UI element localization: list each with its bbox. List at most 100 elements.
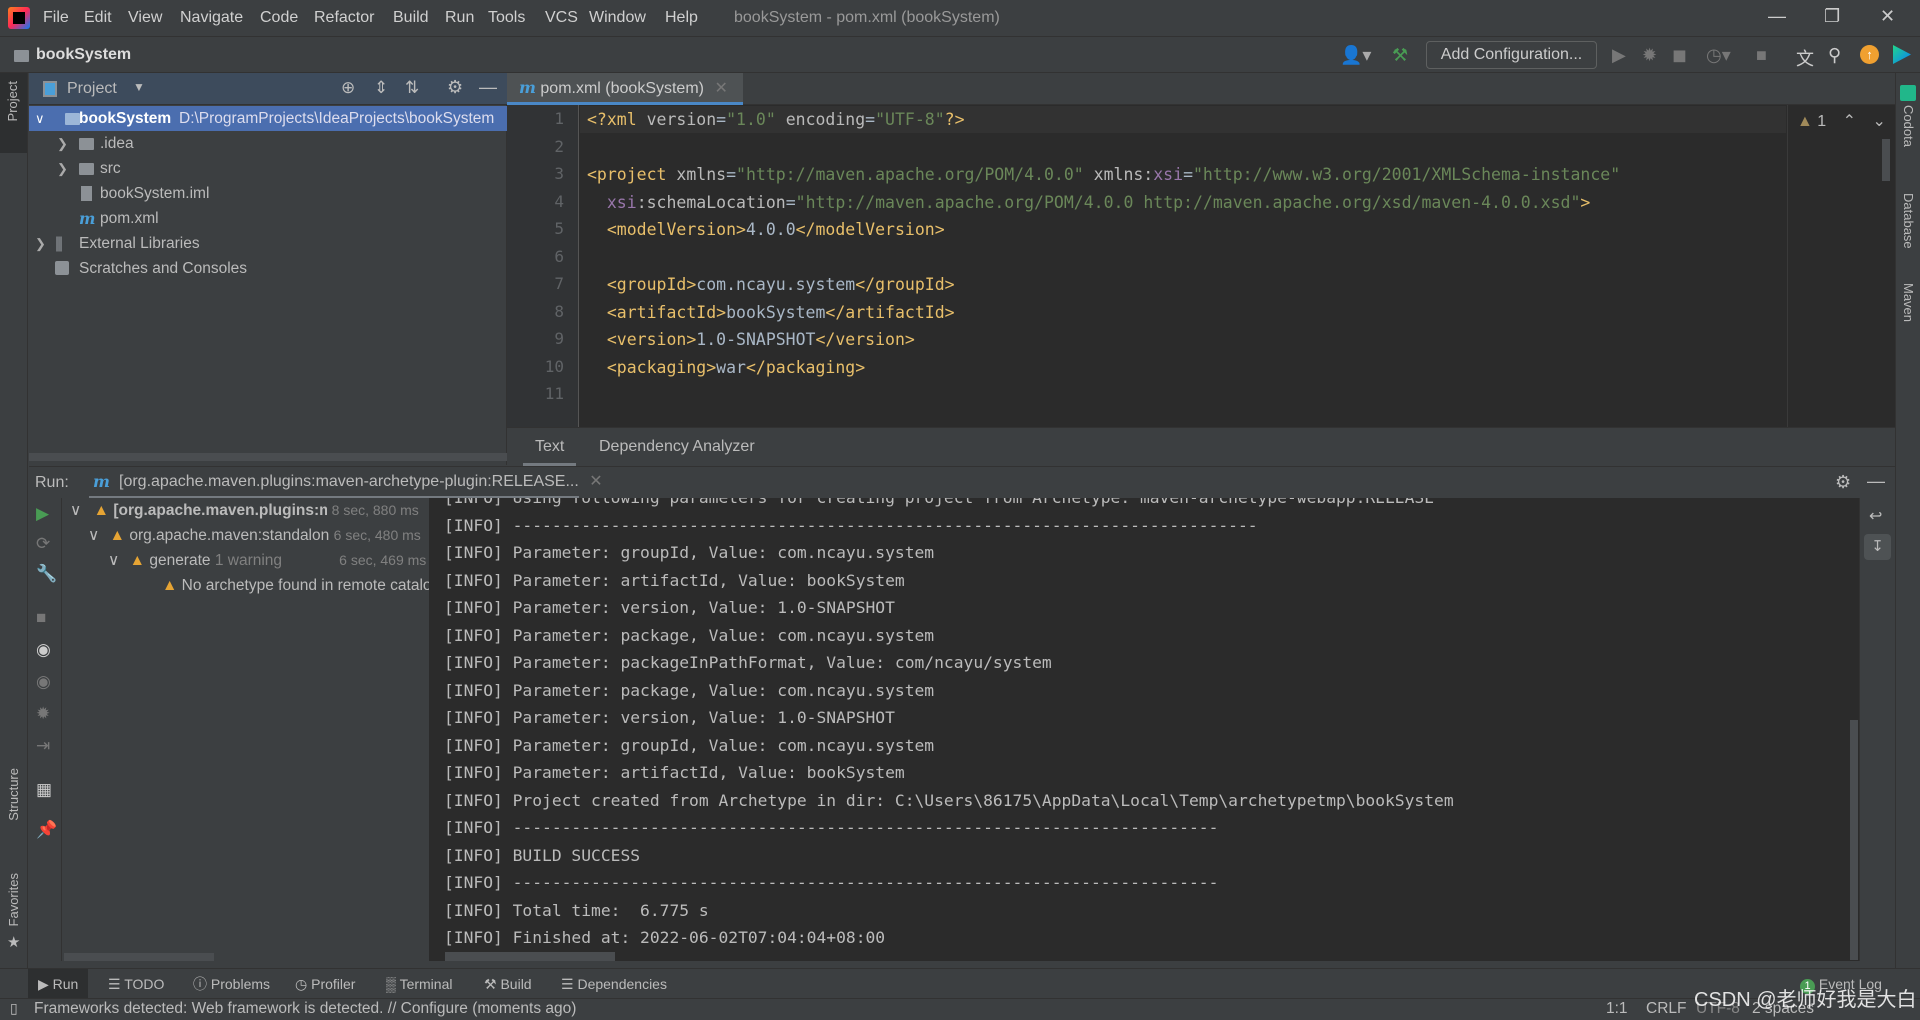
chevron-right-icon[interactable]: ❯ <box>57 156 68 181</box>
menu-refactor[interactable]: Refactor <box>314 9 374 27</box>
database-tool-tab[interactable]: Database <box>1901 193 1916 249</box>
close-tab-icon[interactable]: ✕ <box>589 473 602 490</box>
close-tab-icon[interactable]: ✕ <box>714 80 727 97</box>
run-icon[interactable]: ▶ <box>1612 45 1626 66</box>
chevron-down-icon[interactable]: ∨ <box>70 502 81 519</box>
structure-tool-tab[interactable]: Structure <box>6 768 21 821</box>
chevron-down-icon[interactable]: ∨ <box>88 527 99 544</box>
exit-icon[interactable]: ⇥ <box>36 736 50 756</box>
add-configuration-button[interactable]: Add Configuration... <box>1426 41 1597 69</box>
camera-icon[interactable]: ◉ <box>36 672 51 692</box>
pin-icon[interactable]: 📌 <box>36 820 57 840</box>
search-icon[interactable]: ⚲ <box>1828 45 1841 66</box>
maven-tool-tab[interactable]: Maven <box>1901 283 1916 322</box>
tool-dependencies[interactable]: ☰ Dependencies <box>561 969 667 999</box>
toolbox-icon[interactable] <box>1893 45 1911 64</box>
run-tree-item-generate[interactable]: ∨ ▲ generate 1 warning 6 sec, 469 ms <box>108 548 426 573</box>
scroll-to-end-icon[interactable]: ↧ <box>1864 534 1891 560</box>
horizontal-scrollbar[interactable] <box>64 953 214 961</box>
chevron-right-icon[interactable]: ❯ <box>35 231 46 256</box>
tree-item-booksystem[interactable]: ∨ bookSystem D:\ProgramProjects\IdeaProj… <box>29 106 507 131</box>
horizontal-scrollbar[interactable] <box>29 453 507 461</box>
tree-item-iml[interactable]: bookSystem.iml <box>29 181 507 206</box>
profile-icon[interactable]: ◷▾ <box>1706 45 1731 66</box>
locate-icon[interactable]: ⊕ <box>341 78 355 98</box>
codota-tool-tab[interactable]: Codota <box>1901 105 1916 147</box>
restore-icon[interactable]: ❐ <box>1824 6 1840 27</box>
menu-run[interactable]: Run <box>445 9 474 27</box>
inspection-widget[interactable]: ▲ 1 ⌃ ⌄ <box>1797 111 1886 131</box>
chevron-right-icon[interactable]: ❯ <box>57 131 68 156</box>
console-scrollbar[interactable] <box>1850 720 1858 960</box>
menu-window[interactable]: Window <box>589 9 646 27</box>
expand-all-icon[interactable]: ⇕ <box>374 78 388 98</box>
tool-terminal[interactable]: ▒ Terminal <box>386 969 452 999</box>
tab-text[interactable]: Text <box>523 428 577 466</box>
menu-view[interactable]: View <box>128 9 162 27</box>
hide-icon[interactable]: — <box>1867 471 1885 492</box>
tool-todo[interactable]: ☰ TODO <box>108 969 164 999</box>
debug-icon[interactable]: ✹ <box>1642 45 1657 66</box>
menu-file[interactable]: File <box>43 9 69 27</box>
tool-run[interactable]: ▶ Run <box>28 969 89 999</box>
console-horizontal-scrollbar[interactable] <box>445 952 615 961</box>
editor-scrollbar[interactable] <box>1882 139 1890 181</box>
chevron-down-icon[interactable]: ▼ <box>133 80 145 94</box>
tree-item-pom[interactable]: m pom.xml <box>29 206 507 231</box>
stop-icon[interactable]: ■ <box>36 608 46 628</box>
favorites-tool-tab[interactable]: Favorites <box>6 873 21 926</box>
layout-icon[interactable]: ▦ <box>36 780 52 800</box>
chevron-down-icon[interactable]: ∨ <box>108 552 119 569</box>
debug-icon[interactable]: ✹ <box>36 704 50 724</box>
tool-problems[interactable]: ⓘ Problems <box>193 969 270 999</box>
hide-icon[interactable]: — <box>479 77 497 98</box>
run-tab[interactable]: m [org.apache.maven.plugins:maven-archet… <box>89 467 603 499</box>
tree-item-external-libraries[interactable]: ❯ ||| External Libraries <box>29 231 507 256</box>
tree-item-idea[interactable]: ❯ .idea <box>29 131 507 156</box>
tool-profiler[interactable]: ◷ Profiler <box>295 969 355 999</box>
tree-item-scratches[interactable]: Scratches and Consoles <box>29 256 507 281</box>
project-view-selector[interactable]: Project <box>67 80 117 98</box>
caret-position[interactable]: 1:1 <box>1606 1000 1628 1018</box>
menu-build[interactable]: Build <box>393 9 429 27</box>
menu-edit[interactable]: Edit <box>84 9 112 27</box>
project-tool-tab[interactable]: Project <box>0 73 27 153</box>
gear-icon[interactable]: ⚙ <box>447 77 463 98</box>
chevron-down-icon[interactable]: ∨ <box>35 106 45 131</box>
soft-wrap-icon[interactable]: ↩ <box>1869 506 1882 526</box>
previous-highlight-icon[interactable]: ⌃ <box>1843 113 1856 130</box>
line-separator[interactable]: CRLF <box>1646 1000 1686 1018</box>
tree-item-src[interactable]: ❯ src <box>29 156 507 181</box>
minimize-icon[interactable]: — <box>1768 6 1786 27</box>
build-hammer-icon[interactable]: ⚒ <box>1392 45 1408 66</box>
stop-icon[interactable]: ■ <box>1756 45 1767 66</box>
menu-code[interactable]: Code <box>260 9 298 27</box>
tab-dependency-analyzer[interactable]: Dependency Analyzer <box>587 428 767 466</box>
rerun-failed-icon[interactable]: ⟳ <box>36 534 50 554</box>
tab-pom-xml[interactable]: m pom.xml (bookSystem) ✕ <box>507 73 743 105</box>
breadcrumb-project[interactable]: bookSystem <box>36 46 131 64</box>
update-icon[interactable]: ↑ <box>1860 45 1879 64</box>
menu-tools[interactable]: Tools <box>488 9 525 27</box>
menu-navigate[interactable]: Navigate <box>180 9 243 27</box>
menu-vcs[interactable]: VCS <box>545 9 578 27</box>
console-line: [INFO] ---------------------------------… <box>444 515 1258 535</box>
rerun-icon[interactable]: ▶ <box>36 504 49 524</box>
collapse-all-icon[interactable]: ⇅ <box>405 78 419 98</box>
menu-help[interactable]: Help <box>665 9 698 27</box>
eye-icon[interactable]: ◉ <box>36 640 51 660</box>
run-tree-item-root[interactable]: ∨ ▲ [org.apache.maven.plugins:maven-arch… <box>70 498 419 523</box>
close-window-icon[interactable]: ✕ <box>1880 6 1895 27</box>
user-icon[interactable]: 👤▾ <box>1340 45 1371 66</box>
next-highlight-icon[interactable]: ⌄ <box>1873 113 1886 130</box>
code-area[interactable]: <?xml version="1.0" encoding="UTF-8"?> <p… <box>507 105 1787 427</box>
coverage-icon[interactable]: ◼ <box>1672 45 1687 66</box>
translate-icon[interactable]: 文 <box>1796 45 1814 71</box>
run-tree-item-standalone[interactable]: ∨ ▲ org.apache.maven:standalone-pom 6 se… <box>88 523 421 548</box>
status-message[interactable]: Frameworks detected: Web framework is de… <box>34 1000 576 1018</box>
run-tree-item-warning[interactable]: ▲ No archetype found in remote catalog <box>162 573 429 598</box>
gear-icon[interactable]: ⚙ <box>1835 472 1851 493</box>
tool-build[interactable]: ⚒ Build <box>484 969 532 999</box>
wrench-icon[interactable]: 🔧 <box>36 564 57 584</box>
console-output[interactable]: [INFO] Using following parameters for cr… <box>429 498 1859 961</box>
